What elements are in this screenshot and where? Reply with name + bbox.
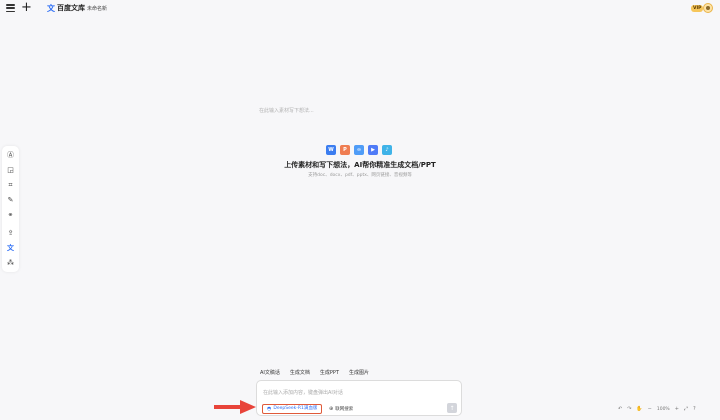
- web-search-label: 联网搜索: [335, 407, 354, 412]
- tab-ai-draft[interactable]: AI文稿话: [260, 369, 280, 376]
- left-toolbar: Ⓐ ◲ ⌗ ✎ ⚭ ⇪ 文 ⁂: [2, 146, 19, 272]
- fit-screen-icon[interactable]: ⤢: [684, 406, 688, 412]
- editor-placeholder[interactable]: 在此输入素材写下想法...: [259, 107, 314, 114]
- supported-formats: 支持doc、docx、pdf、pptx、网页链接、音视频等: [308, 173, 412, 178]
- pdf-icon: P: [340, 145, 350, 155]
- logo-text: 百度文库: [57, 4, 85, 12]
- new-doc-plus-icon[interactable]: +: [21, 1, 32, 14]
- upload-icon[interactable]: ⇪: [5, 228, 16, 239]
- text-icon[interactable]: Ⓐ: [5, 150, 16, 161]
- logo[interactable]: 文 百度文库: [47, 4, 85, 13]
- crop-icon[interactable]: ⌗: [5, 180, 16, 191]
- deepseek-whale-icon: ◓: [267, 406, 272, 412]
- zoom-in-icon[interactable]: +: [675, 406, 679, 412]
- tab-generate-doc[interactable]: 生成文档: [290, 369, 310, 376]
- send-button[interactable]: ↑: [447, 403, 457, 413]
- tab-generate-ppt[interactable]: 生成PPT: [320, 369, 339, 376]
- quick-tabs: AI文稿话 生成文档 生成PPT 生成图片: [260, 369, 369, 376]
- baidu-wenku-logo-icon: 文: [47, 4, 55, 13]
- pen-icon[interactable]: ✎: [5, 195, 16, 206]
- nodes-icon[interactable]: ⁂: [5, 258, 16, 269]
- help-icon[interactable]: ?: [693, 406, 696, 412]
- deepseek-r1-button[interactable]: ◓ DeepSeek-R1满血版: [262, 404, 323, 414]
- upload-headline: 上传素材和写下想法，AI帮你精准生成文档/PPT: [284, 161, 436, 169]
- zoom-controls: ↶ ↷ ✋ − 100% + ⤢ ?: [618, 406, 696, 412]
- deepseek-label: DeepSeek-R1满血版: [273, 406, 318, 411]
- file-type-icons: W P ∞ ▶ ♪: [326, 145, 392, 155]
- shapes-icon[interactable]: ◲: [5, 165, 16, 176]
- ai-input-box[interactable]: 在此输入添加内容，键盘弹出AI对话 ◓ DeepSeek-R1满血版 ⊕ 联网搜…: [256, 380, 462, 416]
- redo-icon[interactable]: ↷: [627, 406, 631, 412]
- web-search-toggle[interactable]: ⊕ 联网搜索: [329, 405, 353, 413]
- wenku-ai-icon[interactable]: 文: [5, 243, 16, 254]
- zoom-out-icon[interactable]: −: [648, 406, 652, 412]
- hand-icon[interactable]: ✋: [636, 406, 642, 412]
- avatar[interactable]: [703, 3, 713, 13]
- send-arrow-icon: ↑: [449, 404, 455, 412]
- globe-icon: ⊕: [329, 406, 334, 412]
- top-bar: + 文 百度文库 未命名新 VIP: [0, 0, 720, 18]
- red-arrow-icon: [214, 400, 256, 414]
- document-title[interactable]: 未命名新: [87, 5, 107, 12]
- word-icon: W: [326, 145, 336, 155]
- ai-input-placeholder[interactable]: 在此输入添加内容，键盘弹出AI对话: [263, 389, 343, 396]
- undo-icon[interactable]: ↶: [618, 406, 622, 412]
- audio-icon: ♪: [382, 145, 392, 155]
- link-icon: ∞: [354, 145, 364, 155]
- zoom-level[interactable]: 100%: [657, 407, 670, 412]
- menu-icon[interactable]: [6, 4, 15, 13]
- video-icon: ▶: [368, 145, 378, 155]
- vip-badge[interactable]: VIP: [691, 5, 704, 12]
- tab-generate-image[interactable]: 生成图片: [349, 369, 369, 376]
- link-icon[interactable]: ⚭: [5, 210, 16, 221]
